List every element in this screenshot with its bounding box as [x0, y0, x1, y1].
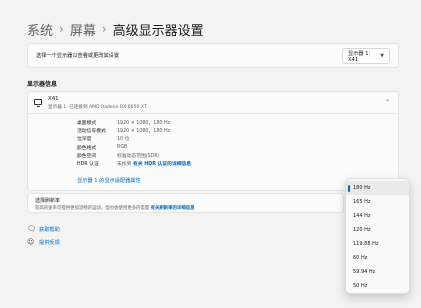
refresh-info-link[interactable]: 有关刷新率的详细信息 [151, 206, 195, 211]
refresh-option[interactable]: 144 Hz [346, 209, 409, 223]
breadcrumb-display[interactable]: 屏幕 [70, 20, 96, 39]
refresh-option[interactable]: 119.88 Hz [346, 237, 409, 251]
refresh-desc: 较高的速率可提供更加流畅的运动，但也会使用更多的电量 [35, 206, 150, 211]
feedback-icon: ☺ [27, 238, 35, 246]
hdr-info-link[interactable]: 有关 HDR 认证的详细信息 [133, 162, 191, 167]
refresh-title: 选择刷新率 [35, 198, 61, 204]
refresh-option[interactable]: 120 Hz [346, 223, 409, 237]
refresh-option[interactable]: 50 Hz [346, 279, 409, 293]
property-value: 标准动态范围(SDR) [117, 153, 160, 159]
property-key: 颜色空间 [77, 153, 97, 159]
select-display-card: 选择一个显示器以查看或更改其设置 显示器 1: X41 ▼ [27, 43, 399, 68]
monitor-icon [34, 99, 42, 107]
select-display-label: 选择一个显示器以查看或更改其设置 [36, 53, 120, 59]
feedback-link[interactable]: ☺ 提供反馈 [27, 238, 60, 246]
help-icon: 🗨 [27, 225, 36, 233]
monitor-subtitle: 显示器 1: 已连接到 AMD Radeon RX 6650 XT [48, 105, 147, 110]
hdr-value: 未找到 [117, 162, 132, 168]
refresh-desc-wrap: 较高的速率可提供更加流畅的运动，但也会使用更多的电量 有关刷新率的详细信息 [35, 205, 195, 211]
property-value: RGB [117, 144, 128, 150]
monitor-name: X41 [48, 96, 59, 102]
property-row: 位深度 10 位 [77, 135, 191, 143]
refresh-rate-card: 选择刷新率 较高的速率可提供更加流畅的运动，但也会使用更多的电量 有关刷新率的详… [27, 193, 344, 213]
property-row: 颜色格式 RGB [77, 143, 191, 151]
monitor-info-header[interactable]: X41 显示器 1: 已连接到 AMD Radeon RX 6650 XT ⌃ [28, 92, 398, 114]
breadcrumb: 系统 › 屏幕 › 高级显示器设置 [27, 19, 204, 39]
property-key: HDR 认证 [77, 162, 99, 168]
adapter-properties-link[interactable]: 显示器 1 的显示适配器属性 [77, 177, 141, 184]
refresh-option[interactable]: 59.94 Hz [346, 265, 409, 279]
property-key: 颜色格式 [77, 145, 97, 151]
refresh-rate-dropdown-menu: 180 Hz 165 Hz 144 Hz 120 Hz 119.88 Hz 60… [345, 178, 410, 294]
monitor-properties: 桌面模式 1920 × 1080，180 Hz 活动信号模式 1920 × 10… [77, 118, 191, 168]
breadcrumb-separator-icon: › [101, 22, 107, 36]
section-title: 显示器信息 [27, 81, 58, 88]
chevron-up-icon[interactable]: ⌃ [385, 99, 390, 106]
property-value: 10 位 [117, 137, 130, 143]
refresh-option[interactable]: 60 Hz [346, 251, 409, 265]
display-dropdown-value: 显示器 1: X41 [348, 50, 371, 63]
monitor-info-card: X41 显示器 1: 已连接到 AMD Radeon RX 6650 XT ⌃ … [27, 91, 399, 191]
breadcrumb-system[interactable]: 系统 [27, 20, 53, 39]
property-key: 位深度 [77, 137, 92, 143]
property-value: 1920 × 1080，180 Hz [117, 128, 171, 134]
get-help-link[interactable]: 🗨 获取帮助 [27, 225, 60, 233]
property-key: 活动信号模式 [77, 128, 106, 134]
property-row: 桌面模式 1920 × 1080，180 Hz [77, 118, 191, 126]
feedback-label: 提供反馈 [39, 239, 60, 246]
chevron-down-icon: ▼ [380, 53, 384, 59]
breadcrumb-separator-icon: › [59, 22, 64, 36]
property-key: 桌面模式 [77, 120, 97, 126]
property-row: 活动信号模式 1920 × 1080，180 Hz [77, 126, 191, 134]
refresh-option-selected[interactable]: 180 Hz [346, 181, 409, 195]
property-row-hdr: HDR 认证 未找到 有关 HDR 认证的详细信息 [77, 159, 191, 167]
get-help-label: 获取帮助 [39, 226, 60, 233]
hdr-value-wrap: 未找到 有关 HDR 认证的详细信息 [117, 160, 191, 167]
display-dropdown[interactable]: 显示器 1: X41 ▼ [342, 48, 390, 64]
property-row: 颜色空间 标准动态范围(SDR) [77, 151, 191, 159]
refresh-option[interactable]: 165 Hz [346, 195, 409, 209]
page-title: 高级显示器设置 [112, 23, 204, 39]
property-value: 1920 × 1080，180 Hz [117, 120, 171, 126]
